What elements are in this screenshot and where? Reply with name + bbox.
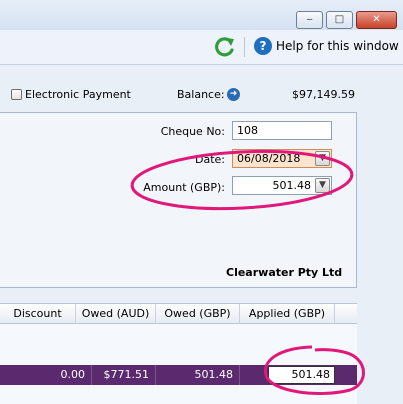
- cheque-no-label: Cheque No:: [160, 125, 225, 138]
- cell-owed-gbp: 501.48: [156, 365, 240, 385]
- close-button[interactable]: ✕: [356, 11, 397, 29]
- column-header-applied-gbp[interactable]: Applied (GBP): [240, 304, 335, 323]
- column-header-owed-gbp[interactable]: Owed (GBP): [156, 304, 240, 323]
- table-bottom-area: [0, 385, 357, 404]
- company-name: Clearwater Pty Ltd: [226, 266, 343, 279]
- toolbar: ? Help for this window: [0, 30, 403, 65]
- column-header-discount[interactable]: Discount (GBP): [0, 304, 76, 339]
- help-icon[interactable]: ?: [254, 37, 272, 55]
- electronic-payment-checkbox[interactable]: [11, 89, 22, 100]
- help-link[interactable]: Help for this window: [276, 39, 399, 53]
- minimize-button[interactable]: ‒: [296, 11, 323, 29]
- balance-value: $97,149.59: [292, 88, 355, 101]
- maximize-button[interactable]: □: [326, 11, 353, 29]
- window-titlebar: ‒ □ ✕: [0, 0, 403, 30]
- cell-owed-aud: $771.51: [92, 365, 156, 385]
- date-dropdown-icon[interactable]: ▼: [315, 151, 330, 166]
- column-header-owed-aud[interactable]: Owed (AUD): [76, 304, 156, 323]
- balance-arrow-icon[interactable]: ➜: [227, 88, 240, 101]
- table-empty-area: [0, 324, 357, 365]
- applied-amount-input[interactable]: 501.48: [268, 366, 335, 384]
- table-row[interactable]: 0.00 $771.51 501.48 501.48: [0, 365, 357, 385]
- refresh-icon[interactable]: [213, 35, 237, 59]
- amount-dropdown-icon[interactable]: ▼: [315, 178, 330, 193]
- cell-discount[interactable]: 0.00: [0, 365, 92, 385]
- balance-label: Balance:: [177, 88, 225, 101]
- date-label: Date:: [195, 153, 225, 166]
- scroll-gutter: [366, 65, 403, 404]
- amount-label: Amount (GBP):: [143, 181, 225, 194]
- electronic-payment-label: Electronic Payment: [25, 88, 131, 101]
- cheque-no-field[interactable]: 108: [232, 121, 332, 140]
- table-header: Discount (GBP) Owed (AUD) Owed (GBP) App…: [0, 303, 357, 339]
- toolbar-divider: [244, 37, 245, 57]
